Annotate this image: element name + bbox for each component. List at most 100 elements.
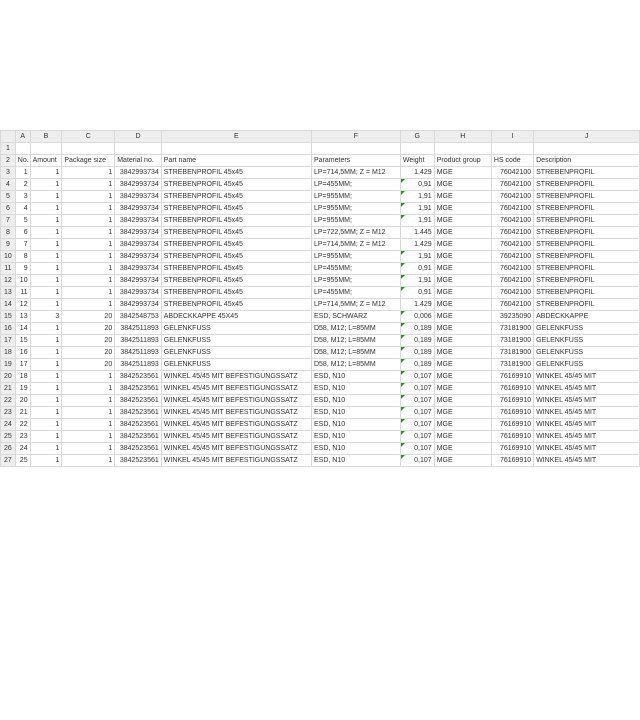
table-row[interactable]: 17151203842511893GELENKFUSSD58, M12; L=8… <box>1 335 640 347</box>
cell-material-no[interactable]: 3842993734 <box>115 227 162 239</box>
col-header-C[interactable]: C <box>62 131 115 143</box>
cell-amount[interactable]: 1 <box>30 419 62 431</box>
col-header-A[interactable]: A <box>15 131 30 143</box>
cell-part-name[interactable]: WINKEL 45/45 MIT BEFESTIGUNGSSATZ <box>161 383 311 395</box>
cell-hs-code[interactable]: 76169910 <box>491 371 533 383</box>
cell-product-group[interactable]: MGE <box>434 239 491 251</box>
cell-product-group[interactable]: MGE <box>434 299 491 311</box>
cell-weight[interactable]: 0,006 <box>400 311 434 323</box>
table-row[interactable]: 2018113842523561WINKEL 45/45 MIT BEFESTI… <box>1 371 640 383</box>
row-header[interactable]: 6 <box>1 203 16 215</box>
cell-description[interactable]: GELENKFUSS <box>534 347 640 359</box>
cell-part-name[interactable]: STREBENPROFIL 45x45 <box>161 287 311 299</box>
row-header[interactable]: 8 <box>1 227 16 239</box>
cell-amount[interactable]: 1 <box>30 407 62 419</box>
row-header[interactable]: 27 <box>1 455 16 467</box>
cell-description[interactable]: STREBENPROFIL <box>534 227 640 239</box>
cell-hs-code[interactable]: 76169910 <box>491 407 533 419</box>
cell-hs-code[interactable]: 73181900 <box>491 359 533 371</box>
cell-product-group[interactable]: MGE <box>434 443 491 455</box>
cell-description[interactable]: WINKEL 45/45 MIT <box>534 371 640 383</box>
cell-product-group[interactable]: MGE <box>434 371 491 383</box>
row-header[interactable]: 12 <box>1 275 16 287</box>
cell-part-name[interactable]: STREBENPROFIL 45x45 <box>161 179 311 191</box>
cell-no[interactable]: 24 <box>15 443 30 455</box>
cell-product-group[interactable]: MGE <box>434 167 491 179</box>
header-cell[interactable]: Package size <box>62 155 115 167</box>
cell-no[interactable]: 4 <box>15 203 30 215</box>
cell-amount[interactable]: 1 <box>30 203 62 215</box>
cell-description[interactable]: WINKEL 45/45 MIT <box>534 419 640 431</box>
cell-package-size[interactable]: 1 <box>62 443 115 455</box>
cell-part-name[interactable]: GELENKFUSS <box>161 335 311 347</box>
cell-package-size[interactable]: 20 <box>62 347 115 359</box>
cell-description[interactable]: WINKEL 45/45 MIT <box>534 407 640 419</box>
cell-material-no[interactable]: 3842523561 <box>115 395 162 407</box>
col-header-B[interactable]: B <box>30 131 62 143</box>
cell-no[interactable]: 7 <box>15 239 30 251</box>
cell-amount[interactable]: 1 <box>30 371 62 383</box>
cell-package-size[interactable]: 1 <box>62 215 115 227</box>
cell-product-group[interactable]: MGE <box>434 263 491 275</box>
table-row[interactable]: 2523113842523561WINKEL 45/45 MIT BEFESTI… <box>1 431 640 443</box>
cell-amount[interactable]: 1 <box>30 239 62 251</box>
cell-amount[interactable]: 1 <box>30 275 62 287</box>
row-header[interactable]: 16 <box>1 323 16 335</box>
cell-hs-code[interactable]: 76169910 <box>491 431 533 443</box>
col-header-E[interactable]: E <box>161 131 311 143</box>
cell[interactable] <box>534 143 640 155</box>
cell-package-size[interactable]: 1 <box>62 263 115 275</box>
cell[interactable] <box>15 143 30 155</box>
cell-weight[interactable]: 0,91 <box>400 263 434 275</box>
cell-parameters[interactable]: LP=955MM; <box>311 203 400 215</box>
cell[interactable] <box>400 143 434 155</box>
cell-material-no[interactable]: 3842523561 <box>115 383 162 395</box>
cell-hs-code[interactable]: 76042100 <box>491 287 533 299</box>
cell-weight[interactable]: 1,91 <box>400 251 434 263</box>
table-row[interactable]: 2No.AmountPackage sizeMaterial no.Part n… <box>1 155 640 167</box>
cell-no[interactable]: 20 <box>15 395 30 407</box>
cell[interactable] <box>311 143 400 155</box>
cell-package-size[interactable]: 1 <box>62 251 115 263</box>
cell-parameters[interactable]: LP=455MM; <box>311 179 400 191</box>
cell[interactable] <box>30 143 62 155</box>
cell-parameters[interactable]: LP=714,5MM; Z = M12 <box>311 239 400 251</box>
cell-parameters[interactable]: LP=955MM; <box>311 251 400 263</box>
table-row[interactable]: 108113842993734STREBENPROFIL 45x45LP=955… <box>1 251 640 263</box>
row-header[interactable]: 2 <box>1 155 16 167</box>
cell-hs-code[interactable]: 39235090 <box>491 311 533 323</box>
cell-package-size[interactable]: 1 <box>62 239 115 251</box>
cell-material-no[interactable]: 3842993734 <box>115 215 162 227</box>
row-header[interactable]: 11 <box>1 263 16 275</box>
cell-amount[interactable]: 1 <box>30 335 62 347</box>
cell-part-name[interactable]: STREBENPROFIL 45x45 <box>161 227 311 239</box>
cell-hs-code[interactable]: 76169910 <box>491 419 533 431</box>
cell-part-name[interactable]: WINKEL 45/45 MIT BEFESTIGUNGSSATZ <box>161 407 311 419</box>
cell-amount[interactable]: 1 <box>30 215 62 227</box>
cell-description[interactable]: GELENKFUSS <box>534 335 640 347</box>
cell-amount[interactable]: 1 <box>30 395 62 407</box>
cell-material-no[interactable]: 3842511893 <box>115 359 162 371</box>
cell-weight[interactable]: 0,107 <box>400 371 434 383</box>
row-header[interactable]: 24 <box>1 419 16 431</box>
cell-weight[interactable]: 0,91 <box>400 179 434 191</box>
cell-hs-code[interactable]: 76042100 <box>491 203 533 215</box>
grid[interactable]: ABCDEFGHIJ 12No.AmountPackage sizeMateri… <box>0 130 640 467</box>
header-cell[interactable]: Parameters <box>311 155 400 167</box>
cell-material-no[interactable]: 3842993734 <box>115 167 162 179</box>
cell-no[interactable]: 17 <box>15 359 30 371</box>
cell-part-name[interactable]: WINKEL 45/45 MIT BEFESTIGUNGSSATZ <box>161 395 311 407</box>
cell-amount[interactable]: 1 <box>30 299 62 311</box>
cell-part-name[interactable]: STREBENPROFIL 45x45 <box>161 203 311 215</box>
cell-no[interactable]: 22 <box>15 419 30 431</box>
cell-part-name[interactable]: GELENKFUSS <box>161 347 311 359</box>
cell-weight[interactable]: 0,189 <box>400 359 434 371</box>
cell-product-group[interactable]: MGE <box>434 227 491 239</box>
cell-hs-code[interactable]: 76042100 <box>491 251 533 263</box>
cell-material-no[interactable]: 3842993734 <box>115 191 162 203</box>
cell-product-group[interactable]: MGE <box>434 191 491 203</box>
cell-package-size[interactable]: 1 <box>62 227 115 239</box>
row-header[interactable]: 3 <box>1 167 16 179</box>
cell-amount[interactable]: 1 <box>30 179 62 191</box>
cell-amount[interactable]: 1 <box>30 443 62 455</box>
